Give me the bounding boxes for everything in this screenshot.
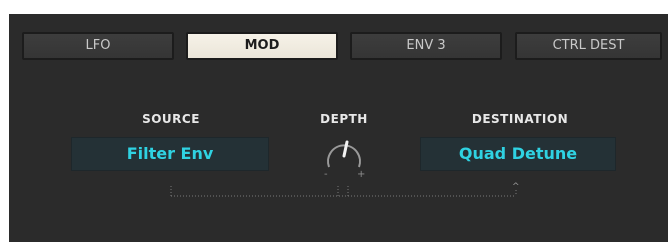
source-label: SOURCE xyxy=(142,112,200,126)
tab-ctrl-dest[interactable]: CTRL DEST xyxy=(515,32,662,60)
depth-knob[interactable]: - + xyxy=(321,134,367,180)
knob-indicator xyxy=(342,140,349,158)
knob-plus-label: + xyxy=(357,169,365,180)
tab-mod[interactable]: MOD xyxy=(186,32,338,60)
knob-minus-label: - xyxy=(324,169,328,180)
mod-panel: LFO MOD ENV 3 CTRL DEST SOURCE DEPTH DES… xyxy=(9,14,668,242)
tab-env3[interactable]: ENV 3 xyxy=(350,32,502,60)
destination-caret-icon: ^ xyxy=(512,182,520,192)
tab-lfo[interactable]: LFO xyxy=(22,32,174,60)
destination-select[interactable]: Quad Detune xyxy=(420,137,616,171)
source-select[interactable]: Filter Env xyxy=(71,137,269,171)
routing-connector: ^ xyxy=(170,182,520,197)
destination-label: DESTINATION xyxy=(471,112,569,126)
depth-label: DEPTH xyxy=(320,112,368,126)
